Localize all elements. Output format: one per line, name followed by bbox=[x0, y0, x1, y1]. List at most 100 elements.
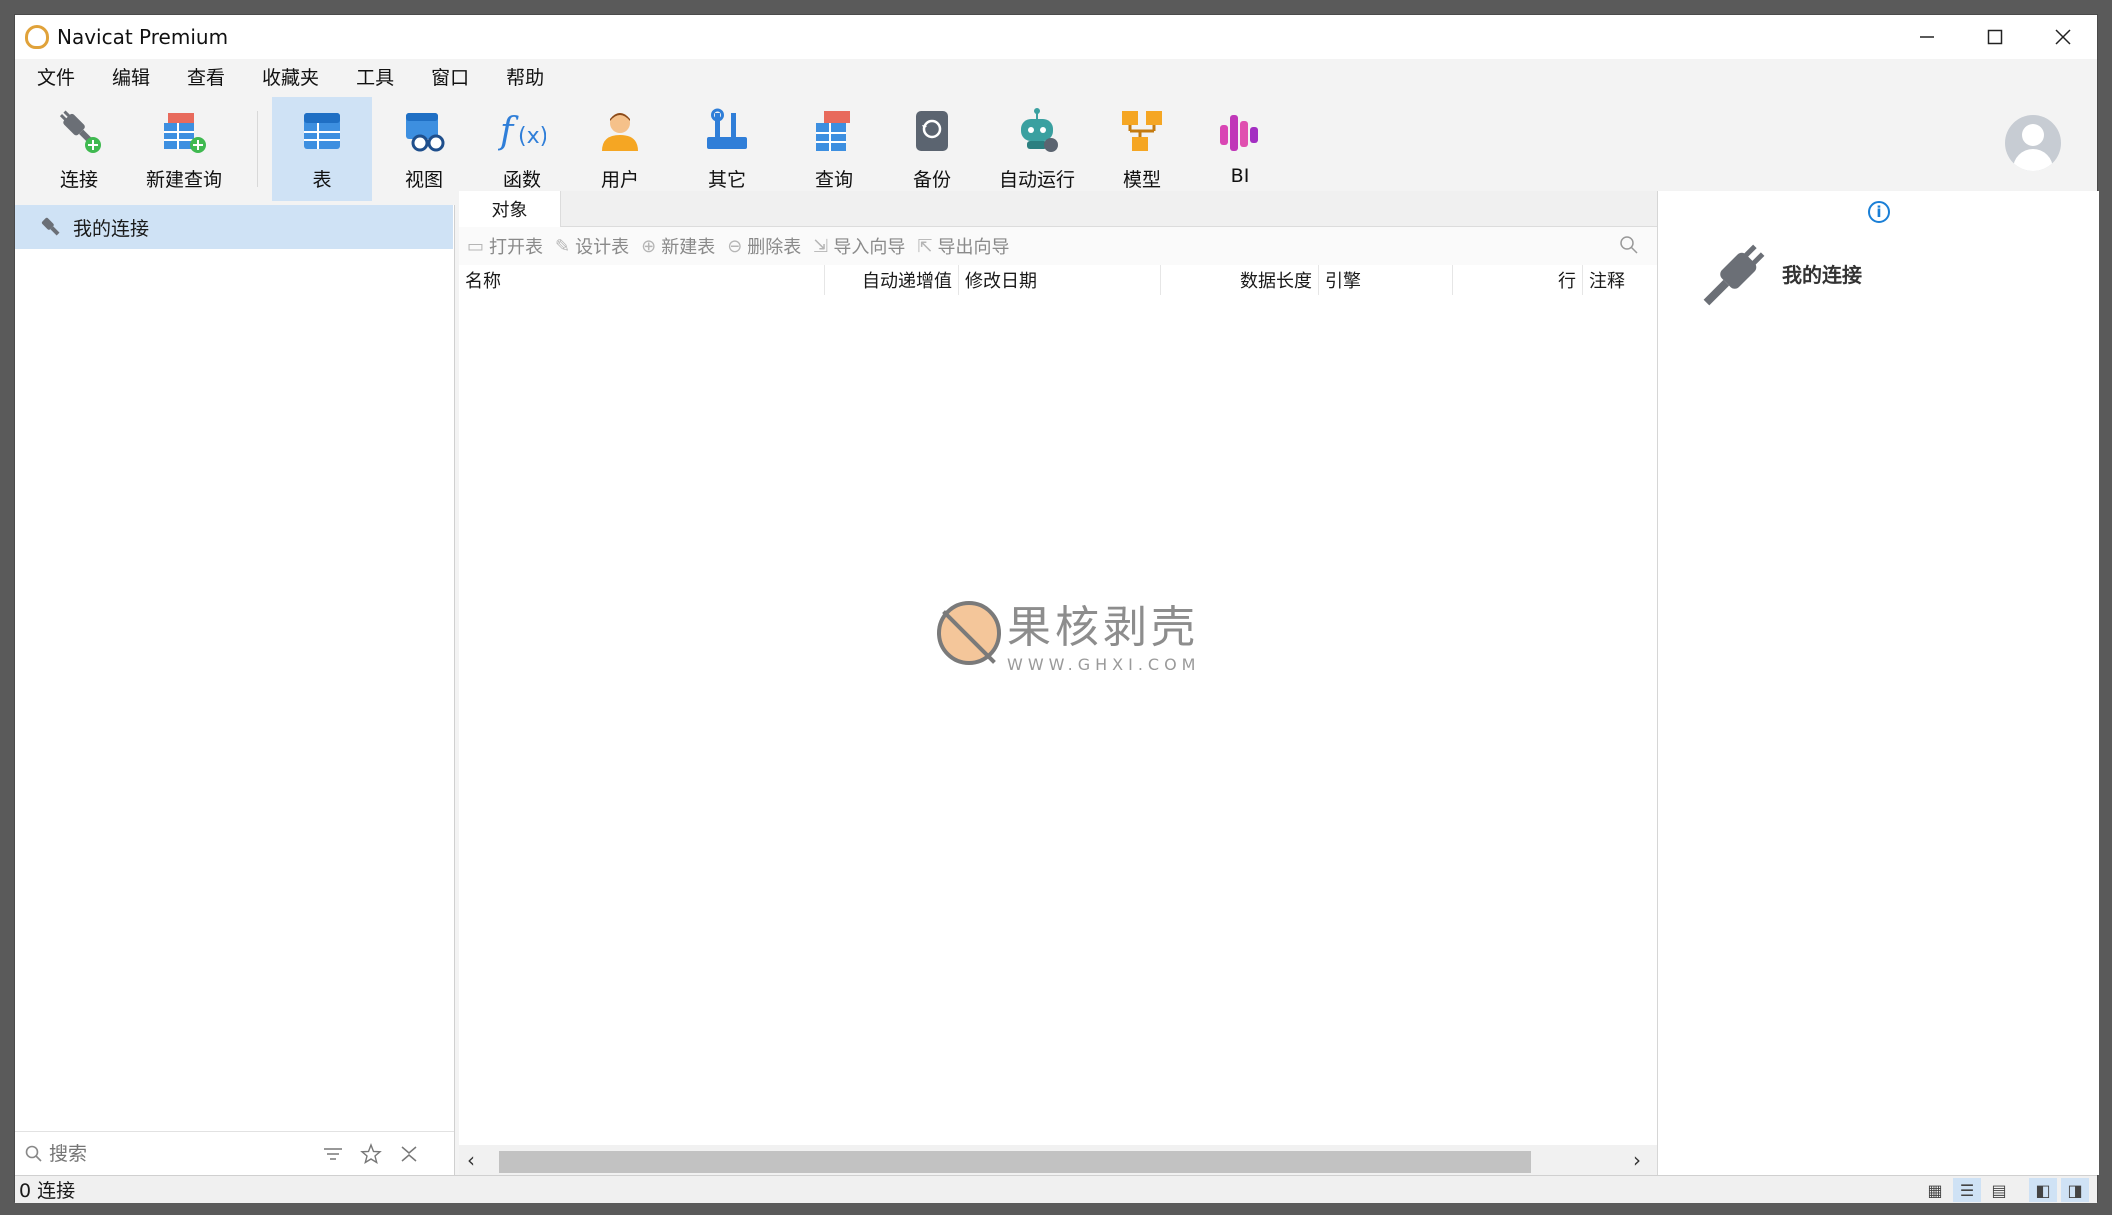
view-icon bbox=[400, 107, 448, 155]
menu-file[interactable]: 文件 bbox=[23, 63, 92, 90]
query-label: 查询 bbox=[814, 169, 853, 191]
title-bar: Navicat Premium bbox=[15, 15, 2097, 59]
query-button[interactable]: 查询 bbox=[788, 97, 880, 201]
sidebar-search-input[interactable] bbox=[49, 1142, 299, 1165]
table-icon bbox=[298, 107, 346, 155]
view-button[interactable]: 视图 bbox=[378, 97, 470, 201]
status-bar: 0 连接 ▦ ☰ ▤ ◧ ◨ bbox=[15, 1175, 2097, 1203]
maximize-icon bbox=[1987, 29, 2003, 45]
menu-view[interactable]: 查看 bbox=[173, 63, 242, 90]
scroll-right-icon[interactable]: › bbox=[1625, 1145, 1649, 1175]
object-tabstrip: 对象 bbox=[459, 191, 1657, 227]
filter-icon[interactable] bbox=[322, 1143, 344, 1165]
model-label: 模型 bbox=[1122, 169, 1161, 191]
connection-item-label: 我的连接 bbox=[73, 217, 150, 240]
import-wizard-button[interactable]: ⇲ 导入向导 bbox=[813, 233, 905, 259]
menu-tools[interactable]: 工具 bbox=[342, 63, 411, 90]
plug-icon bbox=[41, 217, 60, 236]
menu-edit[interactable]: 编辑 bbox=[98, 63, 167, 90]
backup-icon bbox=[908, 107, 956, 155]
column-comment[interactable]: 注释 bbox=[1583, 265, 1657, 295]
menu-window[interactable]: 窗口 bbox=[417, 63, 486, 90]
object-search-icon[interactable] bbox=[1619, 235, 1639, 255]
table-label: 表 bbox=[312, 169, 332, 191]
folder-open-icon: ▭ bbox=[467, 235, 485, 257]
connect-button[interactable]: 连接 bbox=[33, 97, 125, 201]
close-icon bbox=[2055, 29, 2071, 45]
menu-bar: 文件 编辑 查看 收藏夹 工具 窗口 帮助 bbox=[15, 59, 2097, 93]
backup-label: 备份 bbox=[912, 169, 951, 191]
user-label: 用户 bbox=[600, 169, 639, 191]
star-icon[interactable] bbox=[360, 1142, 382, 1165]
right-panel-toggle-icon[interactable]: ◨ bbox=[2061, 1178, 2089, 1202]
svg-text:f: f bbox=[498, 111, 519, 152]
horizontal-scrollbar[interactable]: ‹ › bbox=[459, 1145, 1657, 1175]
new-table-button[interactable]: ⊕ 新建表 bbox=[641, 233, 715, 259]
app-window: Navicat Premium 文件 编辑 查看 收藏夹 工具 窗口 帮助 连接… bbox=[14, 14, 2099, 1203]
large-plug-icon bbox=[1703, 244, 1765, 306]
column-data-length[interactable]: 数据长度 bbox=[1161, 265, 1319, 295]
export-wizard-button[interactable]: ⇱ 导出向导 bbox=[917, 233, 1009, 259]
info-title: 我的连接 bbox=[1782, 263, 1862, 287]
bi-button[interactable]: BI bbox=[1194, 97, 1286, 201]
list-view-icon[interactable]: ☰ bbox=[1953, 1178, 1981, 1202]
plug-add-icon bbox=[55, 107, 103, 155]
open-table-label: 打开表 bbox=[489, 237, 544, 258]
scroll-left-icon[interactable]: ‹ bbox=[459, 1145, 483, 1175]
function-button[interactable]: f (x) 函数 bbox=[476, 97, 568, 201]
view-label: 视图 bbox=[404, 169, 443, 191]
maximize-button[interactable] bbox=[1961, 15, 2029, 59]
connect-label: 连接 bbox=[59, 169, 98, 191]
model-icon bbox=[1118, 107, 1166, 155]
design-table-label: 设计表 bbox=[575, 237, 630, 258]
info-panel: i 我的连接 bbox=[1657, 191, 2099, 1175]
main-toolbar: 连接 新建查询 表 视图 f (x) 函数 用户 其它 查询 备份 自动运行 模… bbox=[15, 97, 2097, 201]
menu-favorites[interactable]: 收藏夹 bbox=[248, 63, 336, 90]
close-button[interactable] bbox=[2029, 15, 2097, 59]
delete-table-label: 删除表 bbox=[747, 237, 802, 258]
search-icon bbox=[25, 1145, 42, 1162]
watermark: 果核剥壳 WWW.GHXI.COM bbox=[937, 591, 1200, 674]
menu-help[interactable]: 帮助 bbox=[492, 63, 561, 90]
new-query-label: 新建查询 bbox=[145, 169, 222, 191]
watermark-text: 果核剥壳 bbox=[1007, 602, 1199, 653]
info-icon[interactable]: i bbox=[1868, 201, 1890, 223]
object-list-header: 名称 自动递增值 修改日期 数据长度 引擎 行 注释 bbox=[459, 265, 1657, 295]
object-action-bar: ▭ 打开表 ✎ 设计表 ⊕ 新建表 ⊖ 删除表 ⇲ 导入向导 ⇱ 导出向导 bbox=[459, 227, 1657, 265]
window-title: Navicat Premium bbox=[57, 25, 229, 49]
backup-button[interactable]: 备份 bbox=[886, 97, 978, 201]
left-panel-toggle-icon[interactable]: ◧ bbox=[2029, 1178, 2057, 1202]
column-modified-date[interactable]: 修改日期 bbox=[959, 265, 1161, 295]
grid-view-icon[interactable]: ▦ bbox=[1921, 1178, 1949, 1202]
tab-objects[interactable]: 对象 bbox=[459, 191, 561, 227]
bi-label: BI bbox=[1230, 165, 1250, 187]
design-table-button[interactable]: ✎ 设计表 bbox=[555, 233, 629, 259]
import-icon: ⇲ bbox=[813, 235, 829, 257]
user-avatar[interactable] bbox=[2005, 115, 2061, 171]
sidebar-search-tools bbox=[322, 1142, 420, 1165]
scrollbar-thumb[interactable] bbox=[499, 1151, 1531, 1173]
new-query-button[interactable]: 新建查询 bbox=[131, 97, 237, 201]
other-button[interactable]: 其它 bbox=[672, 97, 782, 201]
svg-text:(x): (x) bbox=[518, 124, 546, 149]
open-table-button[interactable]: ▭ 打开表 bbox=[467, 233, 543, 259]
plus-circle-icon: ⊕ bbox=[641, 235, 657, 257]
automation-button[interactable]: 自动运行 bbox=[984, 97, 1090, 201]
table-button[interactable]: 表 bbox=[272, 97, 372, 201]
function-icon: f (x) bbox=[498, 107, 546, 155]
model-button[interactable]: 模型 bbox=[1096, 97, 1188, 201]
column-rows[interactable]: 行 bbox=[1453, 265, 1583, 295]
minimize-button[interactable] bbox=[1893, 15, 1961, 59]
column-name[interactable]: 名称 bbox=[459, 265, 825, 295]
detail-view-icon[interactable]: ▤ bbox=[1985, 1178, 2013, 1202]
export-icon: ⇱ bbox=[917, 235, 933, 257]
user-button[interactable]: 用户 bbox=[574, 97, 666, 201]
connection-item[interactable]: 我的连接 bbox=[15, 205, 453, 249]
status-text: 0 连接 bbox=[19, 1180, 76, 1202]
delete-table-button[interactable]: ⊖ 删除表 bbox=[727, 233, 801, 259]
collapse-icon[interactable] bbox=[398, 1143, 420, 1165]
window-controls bbox=[1893, 15, 2097, 59]
sidebar-search bbox=[15, 1131, 454, 1175]
column-auto-increment[interactable]: 自动递增值 bbox=[825, 265, 959, 295]
column-engine[interactable]: 引擎 bbox=[1319, 265, 1453, 295]
